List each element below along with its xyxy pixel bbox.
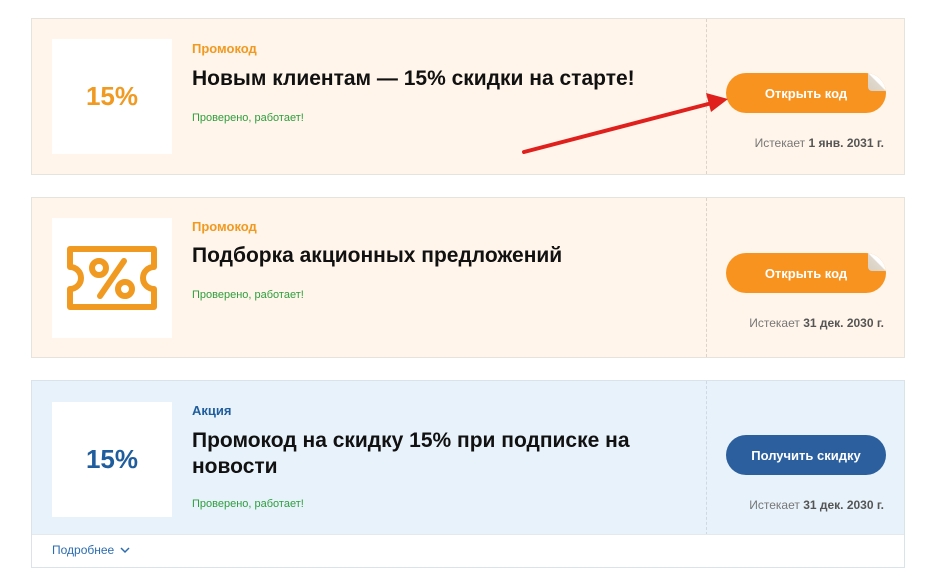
more-details-link[interactable]: Подробнее bbox=[52, 543, 130, 557]
get-discount-button[interactable]: Получить скидку bbox=[726, 435, 886, 475]
button-label: Получить скидку bbox=[751, 447, 861, 463]
offer-title[interactable]: Промокод на скидку 15% при подписке на н… bbox=[192, 428, 672, 480]
divider bbox=[706, 19, 707, 174]
expiry-date: Истекает 31 дек. 2030 г. bbox=[749, 498, 884, 512]
offer-title[interactable]: Новым клиентам — 15% скидки на старте! bbox=[192, 66, 702, 92]
more-details-label: Подробнее bbox=[52, 543, 115, 557]
expires-prefix: Истекает bbox=[749, 498, 800, 512]
offer-type-label: Акция bbox=[192, 403, 232, 418]
offer-card: 15% Промокод Новым клиентам — 15% скидки… bbox=[31, 18, 905, 175]
offer-title[interactable]: Подборка акционных предложений bbox=[192, 243, 702, 269]
offer-type-label: Промокод bbox=[192, 41, 257, 56]
expiry-date: Истекает 1 янв. 2031 г. bbox=[755, 136, 884, 150]
expires-date: 1 янв. 2031 г. bbox=[808, 136, 884, 150]
offer-type-label: Промокод bbox=[192, 219, 257, 234]
offer-thumbnail: 15% bbox=[52, 39, 172, 154]
corner-fold-icon bbox=[868, 253, 886, 271]
button-label: Открыть код bbox=[764, 265, 848, 281]
divider bbox=[706, 198, 707, 357]
corner-fold-icon bbox=[868, 73, 886, 91]
expires-date: 31 дек. 2030 г. bbox=[803, 316, 884, 330]
expires-prefix: Истекает bbox=[749, 316, 800, 330]
verified-status: Проверено, работает! bbox=[192, 112, 304, 124]
open-code-button[interactable]: Открыть код bbox=[726, 253, 886, 293]
expiry-date: Истекает 31 дек. 2030 г. bbox=[749, 316, 884, 330]
button-label: Открыть код bbox=[764, 85, 848, 101]
offer-thumbnail: 15% bbox=[52, 402, 172, 517]
offer-card: Промокод Подборка акционных предложений … bbox=[31, 197, 905, 358]
offer-thumbnail bbox=[52, 218, 172, 338]
offer-card-footer: Подробнее bbox=[32, 534, 904, 567]
ticket-percent-icon bbox=[67, 246, 157, 310]
verified-status: Проверено, работает! bbox=[192, 289, 304, 301]
chevron-down-icon bbox=[120, 546, 130, 553]
divider bbox=[706, 381, 707, 535]
verified-status: Проверено, работает! bbox=[192, 498, 304, 510]
discount-text: 15% bbox=[85, 444, 139, 474]
offer-card: 15% Акция Промокод на скидку 15% при под… bbox=[31, 380, 905, 568]
expires-date: 31 дек. 2030 г. bbox=[803, 498, 884, 512]
offer-card-main: 15% Акция Промокод на скидку 15% при под… bbox=[32, 381, 904, 537]
expires-prefix: Истекает bbox=[754, 136, 806, 150]
discount-text: 15% bbox=[85, 81, 139, 111]
open-code-button[interactable]: Открыть код bbox=[726, 73, 886, 113]
